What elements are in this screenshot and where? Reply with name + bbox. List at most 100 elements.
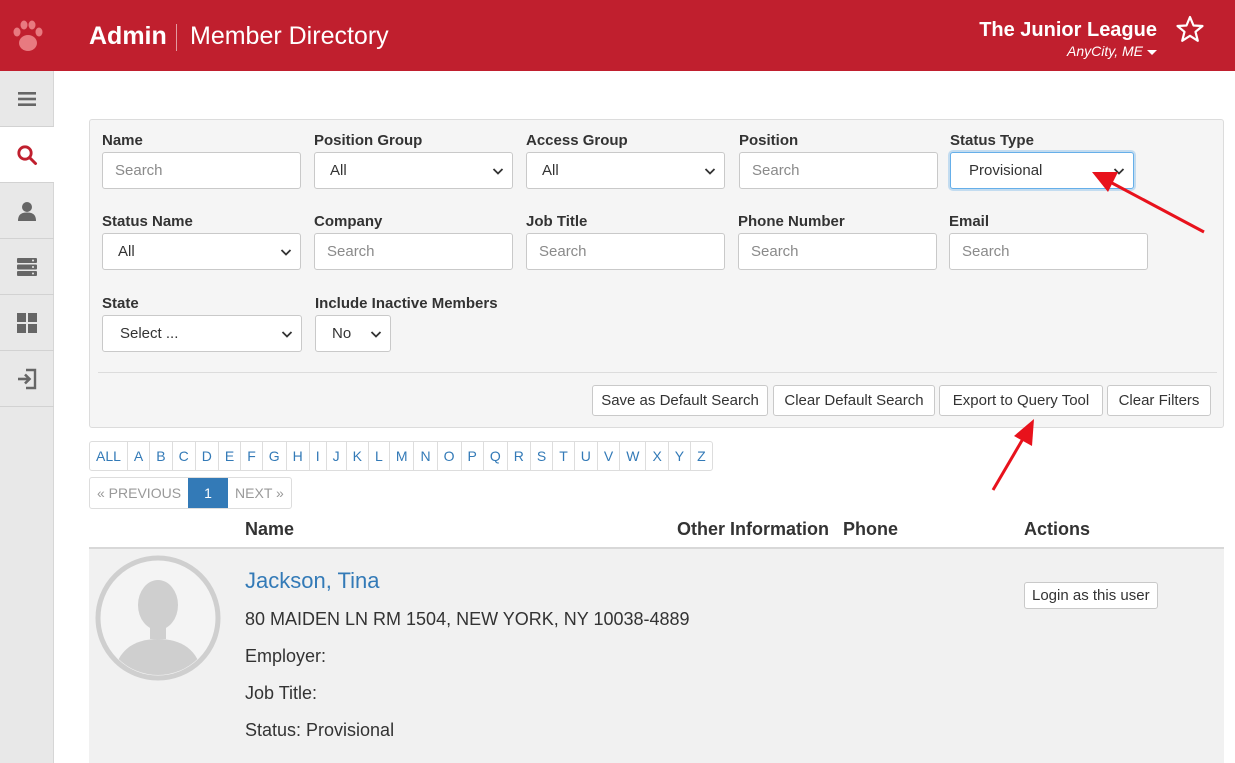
org-city-dropdown[interactable]: AnyCity, ME (1067, 43, 1157, 59)
alphabet-letter-p[interactable]: P (462, 442, 484, 470)
name-search-input[interactable]: Search (102, 152, 301, 189)
sidebar-item-menu[interactable] (0, 71, 54, 127)
export-query-tool-button[interactable]: Export to Query Tool (939, 385, 1103, 416)
alphabet-letter-r[interactable]: R (508, 442, 531, 470)
user-icon (18, 201, 36, 221)
chevron-down-icon (280, 249, 292, 256)
current-page[interactable]: 1 (188, 478, 229, 508)
access-group-select[interactable]: All (526, 152, 725, 189)
state-label: State (102, 295, 139, 312)
position-search-input[interactable]: Search (739, 152, 938, 189)
position-group-value: All (330, 162, 347, 179)
login-as-user-button[interactable]: Login as this user (1024, 582, 1158, 609)
org-city-label: AnyCity, ME (1067, 43, 1143, 59)
caret-down-icon (1147, 49, 1157, 55)
filter-panel: Name Search Position Group All Access Gr… (89, 119, 1224, 428)
state-select[interactable]: Select ... (102, 315, 302, 352)
status-type-select[interactable]: Provisional (950, 152, 1134, 189)
avatar-placeholder-icon (95, 555, 221, 681)
sidebar-item-search[interactable] (0, 127, 54, 183)
access-group-value: All (542, 162, 559, 179)
chevron-down-icon (492, 168, 504, 175)
include-inactive-value: No (332, 325, 352, 342)
panel-divider (98, 372, 1217, 373)
alphabet-letter-i[interactable]: I (310, 442, 327, 470)
star-favorite-icon[interactable] (1175, 14, 1205, 44)
email-search-input[interactable]: Search (949, 233, 1148, 270)
company-search-input[interactable]: Search (314, 233, 513, 270)
name-label: Name (102, 132, 143, 149)
top-header-bar: Admin Member Directory The Junior League… (0, 0, 1235, 71)
alphabet-letter-k[interactable]: K (347, 442, 370, 470)
alphabet-letter-g[interactable]: G (263, 442, 287, 470)
state-value: Select ... (120, 325, 179, 342)
sidebar-item-profile[interactable] (0, 183, 54, 239)
job-title-label: Job Title (526, 213, 588, 230)
alphabet-letter-n[interactable]: N (414, 442, 438, 470)
red-arrow-export (991, 419, 1034, 491)
include-inactive-select[interactable]: No (315, 315, 391, 352)
alphabet-all-link[interactable]: ALL (90, 442, 128, 470)
include-inactive-label: Include Inactive Members (315, 295, 498, 312)
column-header-phone: Phone (843, 519, 899, 539)
status-name-label: Status Name (102, 213, 193, 230)
alphabet-letter-y[interactable]: Y (669, 442, 692, 470)
member-status: Status: Provisional (245, 720, 395, 740)
alphabet-letter-f[interactable]: F (241, 442, 263, 470)
chevron-down-icon (1113, 168, 1125, 175)
status-name-value: All (118, 243, 135, 260)
alphabet-letter-x[interactable]: X (646, 442, 669, 470)
alphabet-letter-h[interactable]: H (287, 442, 310, 470)
brand-title[interactable]: Admin (89, 22, 167, 51)
alphabet-letter-e[interactable]: E (219, 442, 242, 470)
page-title: Member Directory (190, 22, 389, 50)
alphabet-letter-q[interactable]: Q (484, 442, 508, 470)
clear-filters-button[interactable]: Clear Filters (1107, 385, 1211, 416)
phone-number-search-input[interactable]: Search (738, 233, 937, 270)
sidebar-item-logout[interactable] (0, 351, 54, 407)
position-group-label: Position Group (314, 132, 423, 149)
sidebar-item-dashboard[interactable] (0, 295, 54, 351)
job-title-search-input[interactable]: Search (526, 233, 725, 270)
alphabet-letter-u[interactable]: U (575, 442, 598, 470)
alphabet-letter-t[interactable]: T (553, 442, 575, 470)
sidebar-item-server[interactable] (0, 239, 54, 295)
alphabet-letter-b[interactable]: B (150, 442, 173, 470)
alphabet-letter-a[interactable]: A (128, 442, 151, 470)
alphabet-letter-s[interactable]: S (531, 442, 554, 470)
org-name[interactable]: The Junior League (979, 19, 1157, 42)
member-name-link[interactable]: Jackson, Tina (245, 568, 380, 594)
hamburger-menu-icon (18, 91, 36, 106)
status-type-value: Provisional (969, 162, 1043, 179)
column-header-actions: Actions (1024, 519, 1091, 539)
next-page-link[interactable]: NEXT » (228, 478, 291, 508)
alphabet-letter-m[interactable]: M (390, 442, 415, 470)
previous-page-link[interactable]: « PREVIOUS (90, 478, 188, 508)
status-type-label: Status Type (950, 132, 1034, 149)
chevron-down-icon (281, 331, 293, 338)
alphabet-letter-w[interactable]: W (620, 442, 647, 470)
save-default-search-button[interactable]: Save as Default Search (592, 385, 768, 416)
alphabet-filter: ALL A B C D E F G H I J K L M N O P Q R S T U V W X Y Z (89, 441, 713, 471)
clear-default-search-button[interactable]: Clear Default Search (773, 385, 935, 416)
status-name-select[interactable]: All (102, 233, 301, 270)
alphabet-letter-d[interactable]: D (196, 442, 219, 470)
search-icon (17, 144, 37, 165)
alphabet-letter-o[interactable]: O (438, 442, 462, 470)
email-label: Email (949, 213, 990, 230)
member-employer: Employer: (245, 646, 327, 666)
header-divider (176, 24, 177, 51)
alphabet-letter-j[interactable]: J (327, 442, 347, 470)
position-group-select[interactable]: All (314, 152, 513, 189)
column-header-name[interactable]: Name (245, 519, 294, 540)
alphabet-letter-z[interactable]: Z (691, 442, 712, 470)
grid-dashboard-icon (17, 312, 37, 333)
position-label: Position (739, 132, 799, 149)
paw-logo-icon[interactable] (11, 18, 45, 54)
server-list-icon (17, 257, 37, 276)
access-group-label: Access Group (526, 132, 628, 149)
alphabet-letter-v[interactable]: V (598, 442, 621, 470)
alphabet-letter-c[interactable]: C (173, 442, 196, 470)
alphabet-letter-l[interactable]: L (369, 442, 390, 470)
sidebar (0, 71, 54, 763)
